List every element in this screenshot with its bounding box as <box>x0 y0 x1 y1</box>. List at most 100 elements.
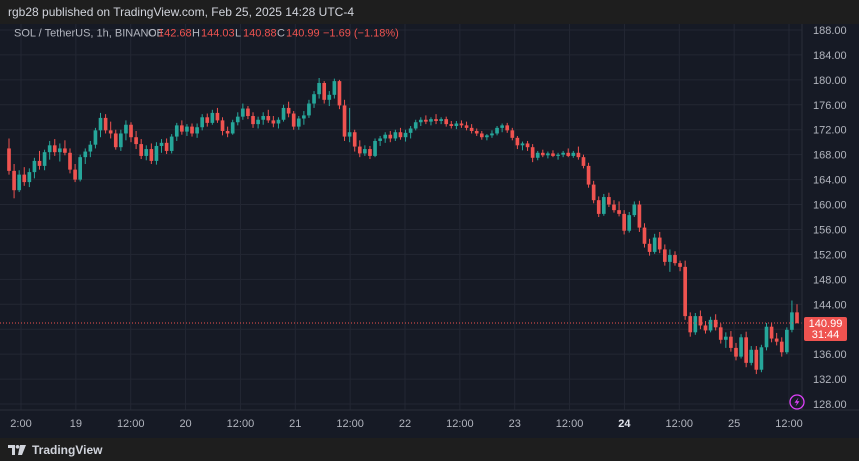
candle-body <box>632 204 637 216</box>
x-tick-label: 25 <box>728 418 740 430</box>
footer-bar <box>0 438 859 461</box>
candle-body <box>68 152 72 170</box>
candle-body <box>200 117 205 128</box>
candle <box>337 79 342 110</box>
candle-body <box>769 326 774 339</box>
candle-body <box>37 160 42 166</box>
candle-body <box>246 108 250 117</box>
x-tick-label: 24 <box>618 418 631 430</box>
candle-body <box>220 120 225 131</box>
close-value: 140.99 <box>286 28 320 40</box>
publisher-text: rgb28 published on TradingView.com, Feb … <box>8 5 354 19</box>
x-tick-label: 20 <box>179 418 191 430</box>
candle-body <box>703 325 708 331</box>
y-tick-label: 168.00 <box>813 150 847 162</box>
candle-body <box>652 237 657 252</box>
price-tag-countdown: 31:44 <box>812 329 840 341</box>
candle-body <box>129 124 133 138</box>
chart-pane[interactable]: SOL / TetherUS, 1h, BINANCE O 142.68 H 1… <box>0 24 859 438</box>
open-label: O <box>148 28 157 40</box>
candle <box>764 322 769 351</box>
x-tick-label: 2:00 <box>10 418 31 430</box>
y-tick-label: 160.00 <box>813 200 847 212</box>
candle <box>586 162 591 188</box>
candle-body <box>723 336 728 340</box>
candle-body <box>17 174 21 191</box>
candle-body <box>108 130 113 134</box>
x-tick-label: 12:00 <box>556 418 584 430</box>
symbol-label: SOL / TetherUS, 1h, BINANCE <box>14 28 164 40</box>
candle-body <box>551 153 555 156</box>
candle-body <box>459 123 464 126</box>
candle-body <box>296 118 301 127</box>
tradingview-logo[interactable]: TradingView <box>8 442 102 458</box>
candle-body <box>327 94 332 100</box>
candle-body <box>454 123 459 126</box>
candle-body <box>63 148 67 153</box>
candle <box>693 312 698 335</box>
candle-body <box>718 327 723 340</box>
candle <box>373 138 377 158</box>
candle-body <box>429 119 433 122</box>
candle-body <box>734 347 738 357</box>
y-tick-label: 136.00 <box>813 349 847 361</box>
candle-body <box>12 170 16 191</box>
candle-body <box>103 117 108 131</box>
price-tag: 140.99 31:44 <box>804 317 847 342</box>
candle-body <box>144 149 149 156</box>
candle-body <box>418 119 423 123</box>
candle-body <box>83 151 88 158</box>
candle-body <box>474 130 479 134</box>
candle-body <box>373 140 377 156</box>
x-tick-label: 12:00 <box>227 418 255 430</box>
candle-body <box>790 312 794 330</box>
y-tick-label: 176.00 <box>813 100 847 112</box>
candle-body <box>337 81 342 106</box>
candle-body <box>556 154 560 156</box>
candle-body <box>540 152 545 156</box>
candle-body <box>586 165 591 185</box>
candle-body <box>47 145 52 153</box>
candle-body <box>785 329 789 353</box>
candle-body <box>749 349 754 363</box>
chart-background <box>0 24 859 438</box>
candle-body <box>688 316 693 333</box>
chart-grid <box>0 24 859 438</box>
candle-body <box>307 103 311 116</box>
candle-body <box>271 120 276 124</box>
candlestick-chart[interactable]: SOL / TetherUS, 1h, BINANCE O 142.68 H 1… <box>0 24 859 438</box>
candle-body <box>322 82 327 100</box>
candle-body <box>596 200 601 214</box>
candle-body <box>174 125 179 137</box>
candle-body <box>241 108 245 117</box>
candle-body <box>393 132 398 139</box>
x-tick-label: 12:00 <box>117 418 145 430</box>
tv-logo-text: TradingView <box>32 443 103 457</box>
candle-body <box>225 130 230 134</box>
candle-body <box>281 107 286 120</box>
candle-body <box>515 137 520 146</box>
candle-body <box>485 135 489 138</box>
candle <box>739 334 743 359</box>
y-tick-label: 180.00 <box>813 75 847 87</box>
y-tick-label: 172.00 <box>813 125 847 137</box>
candle-body <box>78 157 83 180</box>
candle-body <box>744 337 748 363</box>
candle <box>637 200 642 232</box>
candle-body <box>256 119 260 125</box>
candle-body <box>490 133 494 136</box>
candle-body <box>378 138 382 141</box>
candle-body <box>363 149 367 154</box>
candle-body <box>546 153 550 156</box>
candle-body <box>149 149 154 161</box>
candle-body <box>291 113 296 127</box>
candle-body <box>347 132 352 137</box>
candle-body <box>642 227 647 244</box>
candle-body <box>576 152 581 158</box>
y-tick-label: 184.00 <box>813 50 847 62</box>
candle-body <box>739 337 743 357</box>
y-tick-label: 132.00 <box>813 374 847 386</box>
candle-body <box>530 147 535 158</box>
candle-body <box>708 319 713 331</box>
low-value: 140.88 <box>243 28 277 40</box>
